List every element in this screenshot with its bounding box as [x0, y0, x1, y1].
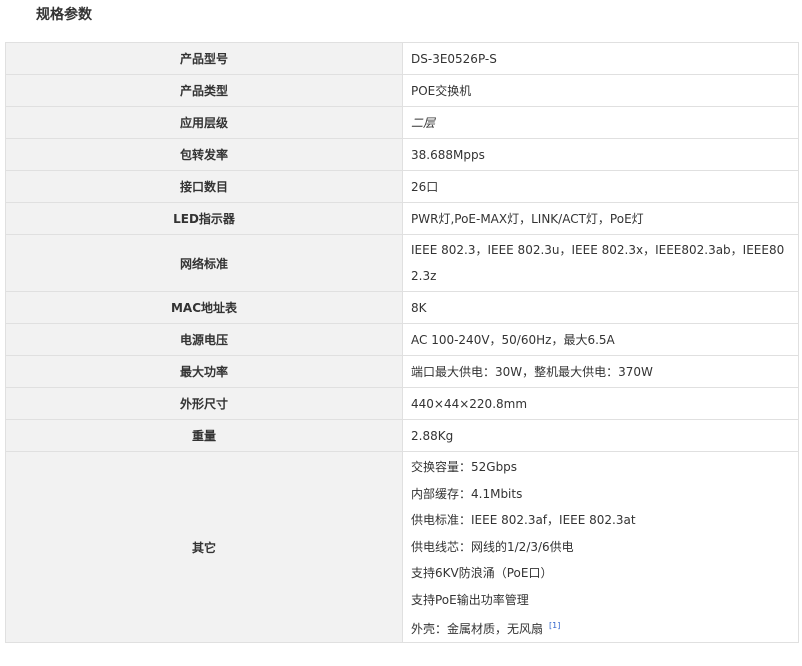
table-row: 接口数目 26口	[5, 170, 799, 203]
spec-label-layer: 应用层级	[5, 106, 403, 139]
other-line-last: 外壳：金属材质，无风扇 [1]	[411, 613, 788, 640]
reference-link[interactable]: [1]	[549, 621, 560, 630]
table-row: MAC地址表 8K	[5, 291, 799, 324]
spec-value-forwarding-rate: 38.688Mpps	[402, 138, 799, 171]
spec-label-mac-table: MAC地址表	[5, 291, 403, 324]
table-row: 外形尺寸 440×44×220.8mm	[5, 387, 799, 420]
spec-value-max-power: 端口最大供电：30W，整机最大供电：370W	[402, 355, 799, 388]
spec-label-forwarding-rate: 包转发率	[5, 138, 403, 171]
table-row: 包转发率 38.688Mpps	[5, 138, 799, 171]
table-row: LED指示器 PWR灯,PoE-MAX灯，LINK/ACT灯，PoE灯	[5, 202, 799, 235]
spec-value-network-standard: IEEE 802.3，IEEE 802.3u，IEEE 802.3x，IEEE8…	[402, 234, 799, 292]
spec-value-layer: 二层	[402, 106, 799, 139]
other-line: 供电线芯：网线的1/2/3/6供电	[411, 539, 574, 554]
spec-value-model: DS-3E0526P-S	[402, 42, 799, 75]
table-row: 电源电压 AC 100-240V，50/60Hz，最大6.5A	[5, 323, 799, 356]
spec-value-mac-table: 8K	[402, 291, 799, 324]
spec-value-ports: 26口	[402, 170, 799, 203]
table-row: 产品类型 POE交换机	[5, 74, 799, 107]
other-line: 支持6KV防浪涌（PoE口）	[411, 566, 553, 581]
spec-label-dimensions: 外形尺寸	[5, 387, 403, 420]
spec-value-dimensions: 440×44×220.8mm	[402, 387, 799, 420]
spec-label-power-voltage: 电源电压	[5, 323, 403, 356]
table-row: 重量 2.88Kg	[5, 419, 799, 452]
spec-label-other: 其它	[5, 451, 403, 643]
spec-label-type: 产品类型	[5, 74, 403, 107]
table-row: 最大功率 端口最大供电：30W，整机最大供电：370W	[5, 355, 799, 388]
spec-label-led: LED指示器	[5, 202, 403, 235]
table-row: 其它 交换容量：52Gbps 内部缓存：4.1Mbits 供电标准：IEEE 8…	[5, 451, 799, 643]
spec-label-weight: 重量	[5, 419, 403, 452]
spec-label-ports: 接口数目	[5, 170, 403, 203]
spec-label-network-standard: 网络标准	[5, 234, 403, 292]
spec-label-max-power: 最大功率	[5, 355, 403, 388]
spec-label-model: 产品型号	[5, 42, 403, 75]
table-row: 网络标准 IEEE 802.3，IEEE 802.3u，IEEE 802.3x，…	[5, 234, 799, 292]
other-line: 支持PoE输出功率管理	[411, 592, 529, 607]
table-row: 产品型号 DS-3E0526P-S	[5, 42, 799, 75]
spec-value-weight: 2.88Kg	[402, 419, 799, 452]
other-line: 内部缓存：4.1Mbits	[411, 486, 523, 501]
other-line: 交换容量：52Gbps	[411, 460, 518, 475]
other-line: 供电标准：IEEE 802.3af，IEEE 802.3at	[411, 513, 636, 528]
spec-value-type: POE交换机	[402, 74, 799, 107]
spec-value-led: PWR灯,PoE-MAX灯，LINK/ACT灯，PoE灯	[402, 202, 799, 235]
table-row: 应用层级 二层	[5, 106, 799, 139]
spec-value-power-voltage: AC 100-240V，50/60Hz，最大6.5A	[402, 323, 799, 356]
section-title: 规格参数	[36, 7, 92, 23]
other-line-text: 外壳：金属材质，无风扇	[411, 622, 544, 637]
specs-table: 产品型号 DS-3E0526P-S 产品类型 POE交换机 应用层级 二层 包转…	[5, 42, 799, 643]
spec-value-other: 交换容量：52Gbps 内部缓存：4.1Mbits 供电标准：IEEE 802.…	[402, 451, 799, 643]
